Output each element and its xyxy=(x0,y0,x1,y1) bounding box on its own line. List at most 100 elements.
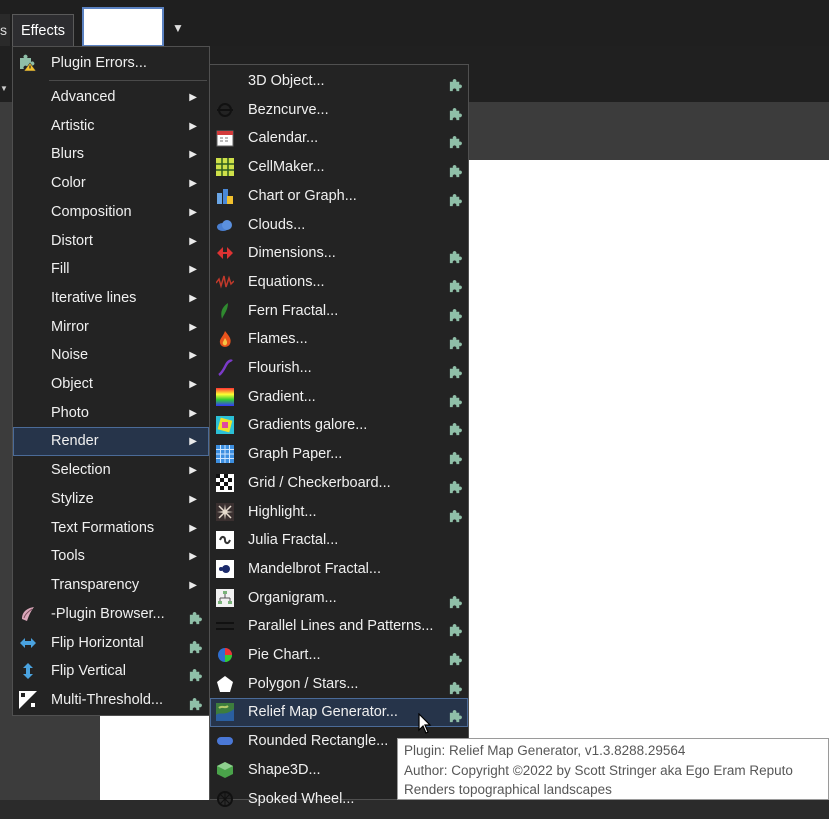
render-item-clouds[interactable]: Clouds... xyxy=(210,211,468,240)
image-thumbnail[interactable] xyxy=(82,7,164,47)
render-item-organigram[interactable]: Organigram... xyxy=(210,584,468,613)
menu-item-label: Tools xyxy=(51,548,85,565)
menu-item-multi-threshold[interactable]: Multi-Threshold... xyxy=(13,686,209,715)
menu-item-label: Flip Horizontal xyxy=(51,634,144,651)
menu-item-label: Fern Fractal... xyxy=(248,302,339,319)
menu-item-noise[interactable]: Noise ▶ xyxy=(13,341,209,370)
render-item-cellmaker[interactable]: CellMaker... xyxy=(210,153,468,182)
submenu-arrow-icon: ▶ xyxy=(189,407,197,419)
puzzle-plugin-icon xyxy=(448,705,463,723)
render-item-flames[interactable]: Flames... xyxy=(210,325,468,354)
submenu-arrow-icon: ▶ xyxy=(189,579,197,591)
tab-previous[interactable]: s xyxy=(0,14,10,46)
menu-item-label: Color xyxy=(51,175,86,192)
menu-item-blurs[interactable]: Blurs ▶ xyxy=(13,140,209,169)
render-item-parallel-lines-and-patterns[interactable]: Parallel Lines and Patterns... xyxy=(210,612,468,641)
puzzle-plugin-icon xyxy=(448,304,463,321)
menu-item-tools[interactable]: Tools ▶ xyxy=(13,542,209,571)
render-item-flourish[interactable]: Flourish... xyxy=(210,354,468,383)
multi-threshold-icon xyxy=(19,691,37,710)
render-item-calendar[interactable]: Calendar... xyxy=(210,124,468,153)
puzzle-plugin-icon xyxy=(448,361,463,379)
menu-item-label: Calendar... xyxy=(248,130,319,147)
julia-fractal-icon xyxy=(216,531,234,550)
menu-item-iterative-lines[interactable]: Iterative lines ▶ xyxy=(13,284,209,313)
menu-item-plugin-errors[interactable]: Plugin Errors... xyxy=(13,49,209,78)
puzzle-plugin-icon xyxy=(448,476,463,493)
menu-item-label: Noise xyxy=(51,347,89,364)
tooltip-line-1: Plugin: Relief Map Generator, v1.3.8288.… xyxy=(404,743,686,758)
menu-item-render[interactable]: Render ▶ xyxy=(13,427,209,457)
submenu-arrow-icon: ▶ xyxy=(189,264,197,276)
menu-item-artistic[interactable]: Artistic ▶ xyxy=(13,112,209,141)
menu-item-stylize[interactable]: Stylize ▶ xyxy=(13,485,209,514)
menu-item-label: Selection xyxy=(51,462,111,479)
equations-icon xyxy=(215,273,235,291)
render-item-3d-object[interactable]: 3D Object... xyxy=(210,67,468,96)
submenu-arrow-icon: ▶ xyxy=(189,120,197,132)
render-item-bezncurve[interactable]: Bezncurve... xyxy=(210,96,468,125)
menu-item-selection[interactable]: Selection ▶ xyxy=(13,456,209,485)
menu-item-label: Flip Vertical xyxy=(51,663,126,680)
render-item-julia-fractal[interactable]: Julia Fractal... xyxy=(210,526,468,555)
menu-item-fill[interactable]: Fill ▶ xyxy=(13,255,209,284)
submenu-arrow-icon: ▶ xyxy=(189,551,197,563)
menu-item-composition[interactable]: Composition ▶ xyxy=(13,198,209,227)
menu-item-advanced[interactable]: Advanced ▶ xyxy=(13,83,209,112)
render-item-equations[interactable]: Equations... xyxy=(210,268,468,297)
render-item-dimensions[interactable]: Dimensions... xyxy=(210,239,468,268)
graph-paper-icon xyxy=(216,445,234,464)
render-item-highlight[interactable]: Highlight... xyxy=(210,498,468,527)
menu-item-mirror[interactable]: Mirror ▶ xyxy=(13,313,209,342)
puzzle-plugin-icon xyxy=(448,332,463,350)
render-item-mandelbrot-fractal[interactable]: Mandelbrot Fractal... xyxy=(210,555,468,584)
render-item-grid-checkerboard[interactable]: Grid / Checkerboard... xyxy=(210,469,468,498)
render-item-graph-paper[interactable]: Graph Paper... xyxy=(210,440,468,469)
puzzle-plugin-icon xyxy=(448,131,463,149)
gradients-galore-icon xyxy=(216,416,234,435)
menu-item-label: Render xyxy=(51,433,99,450)
render-submenu: 3D Object... Bezncurve... Calendar... CellM… xyxy=(209,64,469,807)
puzzle-plugin-icon xyxy=(448,648,463,666)
menu-item-label: Transparency xyxy=(51,576,140,593)
menu-item-text-formations[interactable]: Text Formations ▶ xyxy=(13,514,209,543)
render-item-pie-chart[interactable]: Pie Chart... xyxy=(210,641,468,670)
menu-item-photo[interactable]: Photo ▶ xyxy=(13,399,209,428)
menu-item-flip-vertical[interactable]: Flip Vertical xyxy=(13,657,209,686)
flip-horizontal-icon xyxy=(19,634,37,652)
menu-item-object[interactable]: Object ▶ xyxy=(13,370,209,399)
puzzle-plugin-icon xyxy=(448,390,463,407)
render-item-polygon-stars[interactable]: Polygon / Stars... xyxy=(210,670,468,699)
menu-item-label: -Plugin Browser... xyxy=(51,606,165,622)
chart-icon xyxy=(216,187,234,205)
menu-item-plugin-browser[interactable]: -Plugin Browser... xyxy=(13,600,209,629)
puzzle-plugin-icon xyxy=(188,693,203,711)
menu-item-label: Rounded Rectangle... xyxy=(248,733,389,750)
menu-item-label: Julia Fractal... xyxy=(248,532,339,549)
menu-item-label: Gradient... xyxy=(248,388,316,405)
menu-item-label: Mirror xyxy=(51,318,89,335)
menu-item-color[interactable]: Color ▶ xyxy=(13,169,209,198)
chevron-down-icon[interactable]: ▼ xyxy=(172,21,184,35)
menu-item-label: Flourish... xyxy=(248,360,312,376)
puzzle-plugin-icon xyxy=(448,275,463,292)
menu-item-label: Shape3D... xyxy=(248,761,321,778)
plugin-tooltip: Plugin: Relief Map Generator, v1.3.8288.… xyxy=(397,738,829,800)
puzzle-plugin-icon xyxy=(448,447,463,465)
tab-effects[interactable]: Effects xyxy=(12,14,74,46)
gradient-icon xyxy=(216,387,234,406)
render-item-gradients-galore[interactable]: Gradients galore... xyxy=(210,411,468,440)
menu-item-label: Highlight... xyxy=(248,503,317,520)
menu-item-flip-horizontal[interactable]: Flip Horizontal xyxy=(13,629,209,658)
menu-item-label: Mandelbrot Fractal... xyxy=(248,560,381,577)
menu-item-label: Multi-Threshold... xyxy=(51,692,164,709)
tab-effects-label: Effects xyxy=(20,23,66,39)
render-item-fern-fractal[interactable]: Fern Fractal... xyxy=(210,297,468,326)
render-item-chart-or-graph[interactable]: Chart or Graph... xyxy=(210,182,468,211)
puzzle-plugin-icon xyxy=(448,160,463,178)
render-item-gradient[interactable]: Gradient... xyxy=(210,383,468,412)
menu-item-label: Object xyxy=(51,376,93,392)
menu-item-distort[interactable]: Distort ▶ xyxy=(13,227,209,256)
toolbar-dropdown-icon[interactable]: ▼ xyxy=(0,84,8,93)
menu-item-transparency[interactable]: Transparency ▶ xyxy=(13,571,209,600)
